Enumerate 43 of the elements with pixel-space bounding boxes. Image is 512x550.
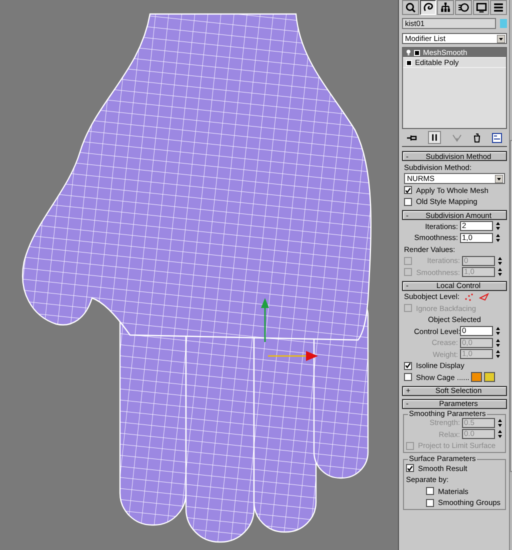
checkbox[interactable] bbox=[426, 487, 434, 496]
spinner-arrows-icon[interactable] bbox=[495, 221, 501, 232]
dropdown-arrow-icon bbox=[495, 174, 503, 183]
lines-icon bbox=[493, 2, 504, 13]
spinner-arrows-icon[interactable] bbox=[495, 326, 501, 336]
object-color-swatch[interactable] bbox=[500, 19, 507, 28]
vertex-dots-icon[interactable] bbox=[464, 292, 474, 301]
pin-icon[interactable] bbox=[407, 134, 418, 142]
hierarchy-icon bbox=[440, 2, 452, 13]
configure-icon[interactable] bbox=[492, 132, 502, 142]
color-swatch[interactable] bbox=[484, 372, 496, 382]
dropdown-arrow-icon bbox=[497, 34, 505, 42]
spinner-arrows-icon[interactable] bbox=[495, 232, 501, 243]
panel-tab[interactable] bbox=[420, 0, 436, 15]
square-icon bbox=[414, 50, 420, 56]
checkbox[interactable] bbox=[404, 186, 412, 194]
panel-tab[interactable] bbox=[402, 0, 419, 15]
spinner-arrows-icon[interactable] bbox=[497, 256, 503, 266]
spinner-arrows-icon[interactable] bbox=[497, 418, 503, 428]
panel-tab[interactable] bbox=[437, 0, 454, 15]
bars-icon[interactable] bbox=[428, 131, 442, 144]
checkbox[interactable] bbox=[404, 373, 412, 382]
transform-gizmo-drawing bbox=[261, 298, 318, 361]
panel-tab[interactable] bbox=[490, 0, 508, 15]
monitor-icon bbox=[476, 2, 487, 13]
magnifier-icon bbox=[404, 2, 416, 13]
color-swatch[interactable] bbox=[471, 372, 482, 382]
checkbox[interactable] bbox=[404, 198, 412, 206]
panel-tab[interactable] bbox=[455, 0, 472, 15]
spinner-arrows-icon[interactable] bbox=[495, 349, 501, 360]
triangle-icon[interactable] bbox=[479, 292, 490, 301]
bulb-icon[interactable] bbox=[406, 49, 411, 56]
spinner-arrows-icon[interactable] bbox=[497, 267, 503, 278]
checkbox[interactable] bbox=[406, 464, 414, 472]
spinner-arrows-icon[interactable] bbox=[495, 338, 501, 348]
checkbox[interactable] bbox=[404, 362, 412, 370]
panel-tab[interactable] bbox=[472, 0, 490, 15]
spinner-arrows-icon[interactable] bbox=[497, 429, 503, 440]
checkbox[interactable] bbox=[426, 498, 434, 507]
trash-icon[interactable] bbox=[472, 132, 481, 142]
square-icon bbox=[406, 60, 412, 66]
disc-icon bbox=[458, 2, 469, 13]
swirl-icon bbox=[422, 2, 434, 13]
